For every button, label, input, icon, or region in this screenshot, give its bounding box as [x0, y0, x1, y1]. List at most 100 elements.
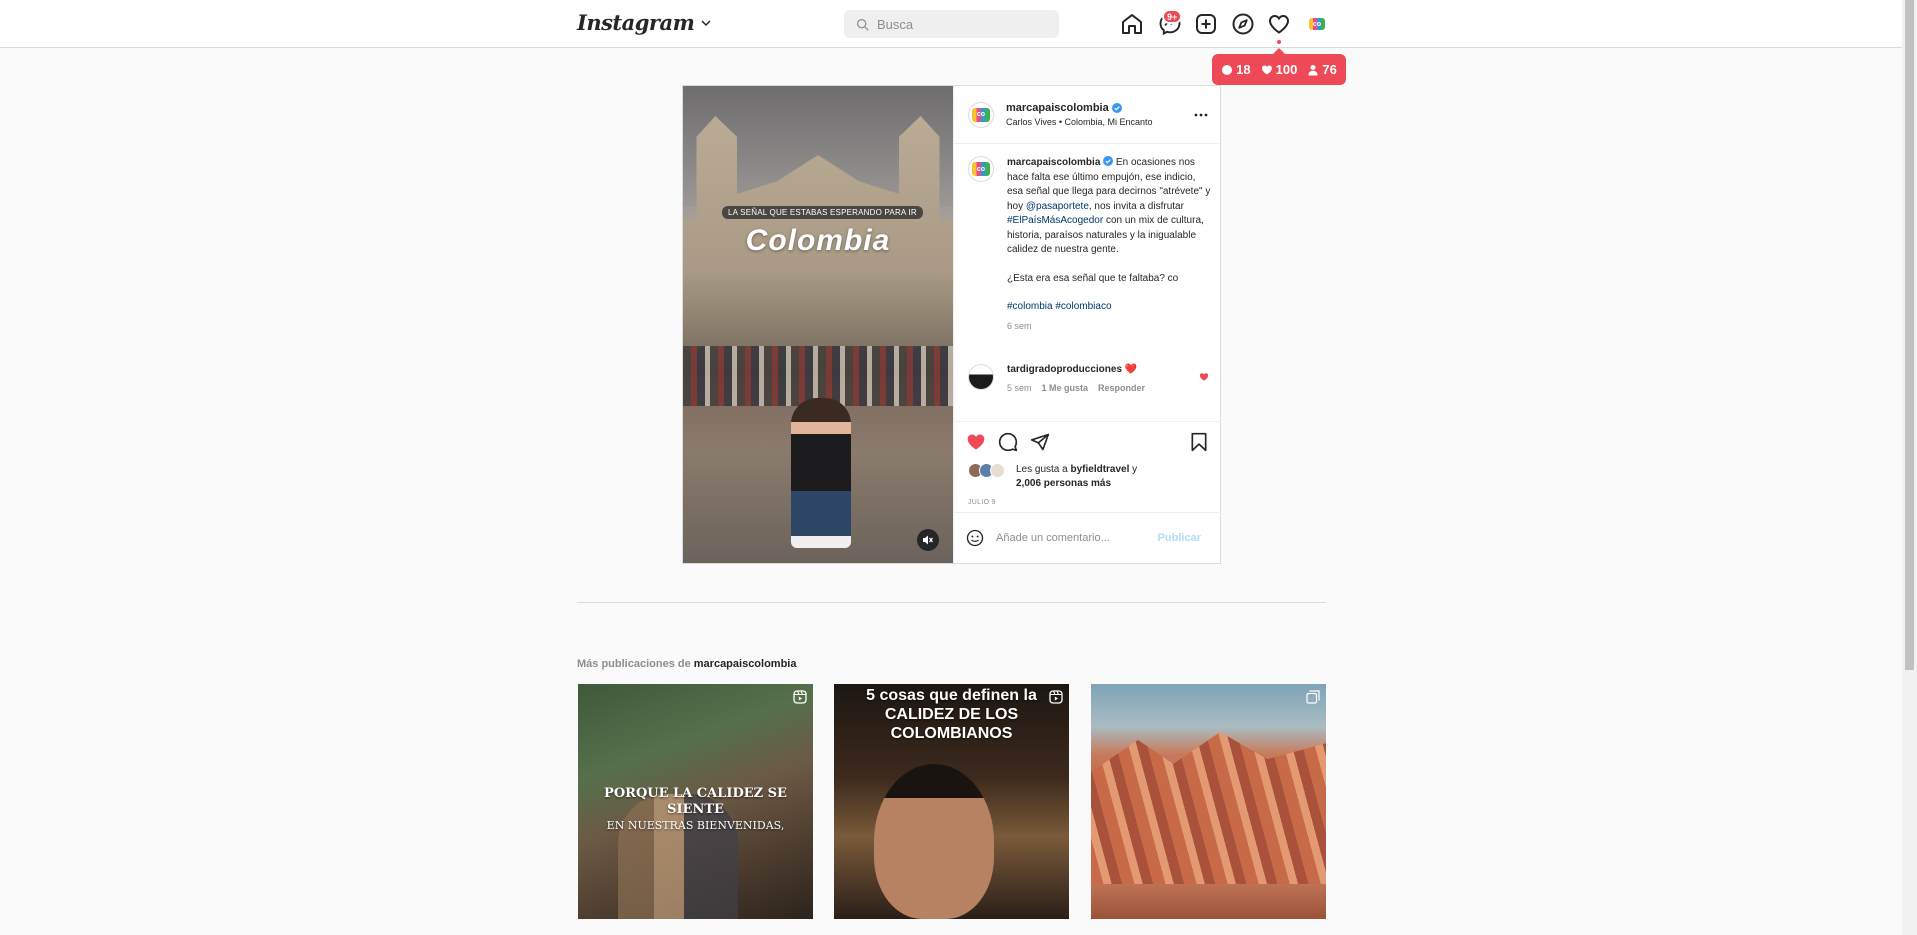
- liker-username[interactable]: byfieldtravel: [1070, 464, 1129, 475]
- explore-icon[interactable]: [1231, 12, 1255, 36]
- brand-logo-icon: co: [1306, 13, 1328, 35]
- home-icon[interactable]: [1120, 12, 1144, 36]
- activity-comments: 18: [1221, 62, 1251, 77]
- reel-icon: [1049, 690, 1063, 704]
- activity-comments-count: 18: [1236, 62, 1251, 77]
- search-input[interactable]: [877, 16, 1047, 32]
- author-avatar[interactable]: co: [968, 101, 994, 128]
- share-button[interactable]: [1030, 432, 1050, 452]
- comment-input[interactable]: [996, 532, 1146, 544]
- caption-text: marcapaiscolombia En ocasiones nos hace …: [1007, 156, 1212, 258]
- author-username[interactable]: marcapaiscolombia: [1006, 102, 1109, 114]
- hashtag-colombia[interactable]: #colombia: [1007, 301, 1053, 312]
- post-date[interactable]: JULIO 9: [968, 499, 996, 506]
- messages-badge: 9+: [1162, 9, 1183, 24]
- post-sidebar: co marcapaiscolombia Carlos Vives • Colo…: [953, 86, 1221, 563]
- likes-others[interactable]: 2,006 personas más: [1016, 478, 1111, 489]
- activity-popup[interactable]: 18 100 76: [1212, 48, 1346, 85]
- post-actions: [954, 421, 1221, 461]
- activity-likes: 100: [1261, 62, 1298, 77]
- comment-like-heart-icon[interactable]: [1199, 372, 1209, 382]
- activity-dot: [1277, 40, 1281, 44]
- comment-text: ❤️: [1122, 364, 1138, 375]
- activity-followers-count: 76: [1322, 62, 1337, 77]
- chevron-down-icon: [701, 19, 711, 26]
- publish-button[interactable]: Publicar: [1158, 532, 1201, 544]
- new-post-icon[interactable]: [1194, 12, 1218, 36]
- grid-post-image: [874, 764, 994, 919]
- section-divider: [577, 602, 1326, 603]
- comment-text-row: tardigradoproducciones ❤️: [1007, 364, 1145, 375]
- heart-icon: [1261, 65, 1272, 74]
- grid-post-2-title: 5 cosas que definen la CALIDEZ DE LOS CO…: [866, 687, 1037, 742]
- caption-question: ¿Esta era esa señal que te faltaba? co: [1007, 272, 1179, 284]
- instagram-logo[interactable]: Instagram: [577, 10, 695, 35]
- mute-button[interactable]: [917, 529, 939, 551]
- likes-text: Les gusta a byfieldtravel y 2,006 person…: [1016, 463, 1137, 491]
- comment-bubble-icon: [1222, 64, 1233, 75]
- top-navigation: Instagram 9+ co: [0, 0, 1902, 48]
- grid-post-1-subtitle: EN NUESTRAS BIENVENIDAS,: [606, 819, 785, 832]
- post-header: co marcapaiscolombia Carlos Vives • Colo…: [954, 86, 1220, 144]
- search-box[interactable]: [844, 10, 1059, 38]
- activity-heart-icon[interactable]: [1267, 12, 1291, 36]
- comment-reply-button[interactable]: Responder: [1098, 383, 1145, 393]
- comment-likes[interactable]: 1 Me gusta: [1042, 383, 1089, 393]
- liker-avatars[interactable]: [968, 463, 1008, 478]
- comment-icon: [998, 432, 1018, 451]
- instagram-logo-switcher[interactable]: Instagram: [577, 10, 712, 35]
- video-crowd: [683, 346, 953, 406]
- grid-post-3[interactable]: [1091, 684, 1326, 919]
- video-tagline: LA SEÑAL QUE ESTABAS ESPERANDO PARA IR: [722, 206, 923, 219]
- verified-badge-icon: [1111, 103, 1122, 113]
- post-author: marcapaiscolombia Carlos Vives • Colombi…: [1006, 102, 1153, 127]
- speaker-muted-icon: [923, 535, 933, 545]
- add-comment-bar: Publicar: [954, 512, 1221, 563]
- post-caption: co marcapaiscolombia En ocasiones nos ha…: [968, 156, 1213, 333]
- person-icon: [1308, 64, 1318, 75]
- caption-time[interactable]: 6 sem: [1007, 319, 1212, 334]
- likes-prefix: Les gusta a: [1016, 464, 1071, 475]
- verified-badge-icon: [1103, 156, 1114, 166]
- caption-body: marcapaiscolombia En ocasiones nos hace …: [1007, 156, 1212, 333]
- scrollbar-thumb[interactable]: [1905, 0, 1914, 670]
- comment-button[interactable]: [998, 432, 1018, 452]
- more-options-icon[interactable]: [1194, 108, 1208, 122]
- likes-summary: Les gusta a byfieldtravel y 2,006 person…: [968, 463, 1137, 491]
- commenter-username[interactable]: tardigradoproducciones: [1007, 364, 1122, 375]
- caption-avatar[interactable]: co: [968, 156, 994, 182]
- emoji-icon[interactable]: [966, 529, 984, 547]
- activity-followers: 76: [1307, 62, 1337, 77]
- commenter-avatar[interactable]: [968, 364, 994, 390]
- comment-time[interactable]: 5 sem: [1007, 383, 1032, 393]
- grid-post-1-text: PORQUE LA CALIDEZ SE SIENTE EN NUESTRAS …: [578, 786, 813, 834]
- comment-body: tardigradoproducciones ❤️ 5 sem 1 Me gus…: [1007, 364, 1145, 393]
- more-posts-title: Más publicaciones de marcapaiscolombia: [577, 658, 796, 670]
- caption-username[interactable]: marcapaiscolombia: [1007, 157, 1100, 168]
- bookmark-icon: [1191, 432, 1207, 452]
- grid-post-1[interactable]: PORQUE LA CALIDEZ SE SIENTE EN NUESTRAS …: [578, 684, 813, 919]
- caption-text-2: , nos invita a disfrutar: [1088, 200, 1184, 212]
- more-posts-username[interactable]: marcapaiscolombia: [694, 658, 797, 670]
- hashtag-colombiaco[interactable]: #colombiaco: [1055, 301, 1111, 312]
- caption-hashtags: #colombia #colombiaco: [1007, 300, 1212, 315]
- profile-avatar[interactable]: co: [1306, 13, 1328, 35]
- grid-post-2[interactable]: 5 cosas que definen la CALIDEZ DE LOS CO…: [834, 684, 1069, 919]
- author-row: marcapaiscolombia: [1006, 102, 1153, 114]
- paper-plane-icon: [1030, 433, 1050, 450]
- grid-post-image: [1091, 732, 1326, 884]
- save-button[interactable]: [1189, 432, 1209, 452]
- activity-likes-count: 100: [1275, 62, 1298, 77]
- video-person: [791, 398, 851, 548]
- caption-mention[interactable]: @pasaportete: [1026, 201, 1089, 212]
- comment-item: tardigradoproducciones ❤️ 5 sem 1 Me gus…: [968, 364, 1213, 393]
- search-icon: [856, 18, 869, 31]
- like-button[interactable]: [966, 432, 986, 452]
- audio-label[interactable]: Carlos Vives • Colombia, Mi Encanto: [1006, 117, 1153, 127]
- post-video[interactable]: LA SEÑAL QUE ESTABAS ESPERANDO PARA IR C…: [683, 86, 953, 563]
- heart-filled-icon: [967, 434, 985, 449]
- post-card: LA SEÑAL QUE ESTABAS ESPERANDO PARA IR C…: [682, 85, 1221, 564]
- reel-icon: [793, 690, 807, 704]
- caption-hashtag-main[interactable]: #ElPaísMásAcogedor: [1007, 215, 1103, 226]
- more-posts-prefix: Más publicaciones de: [577, 658, 694, 670]
